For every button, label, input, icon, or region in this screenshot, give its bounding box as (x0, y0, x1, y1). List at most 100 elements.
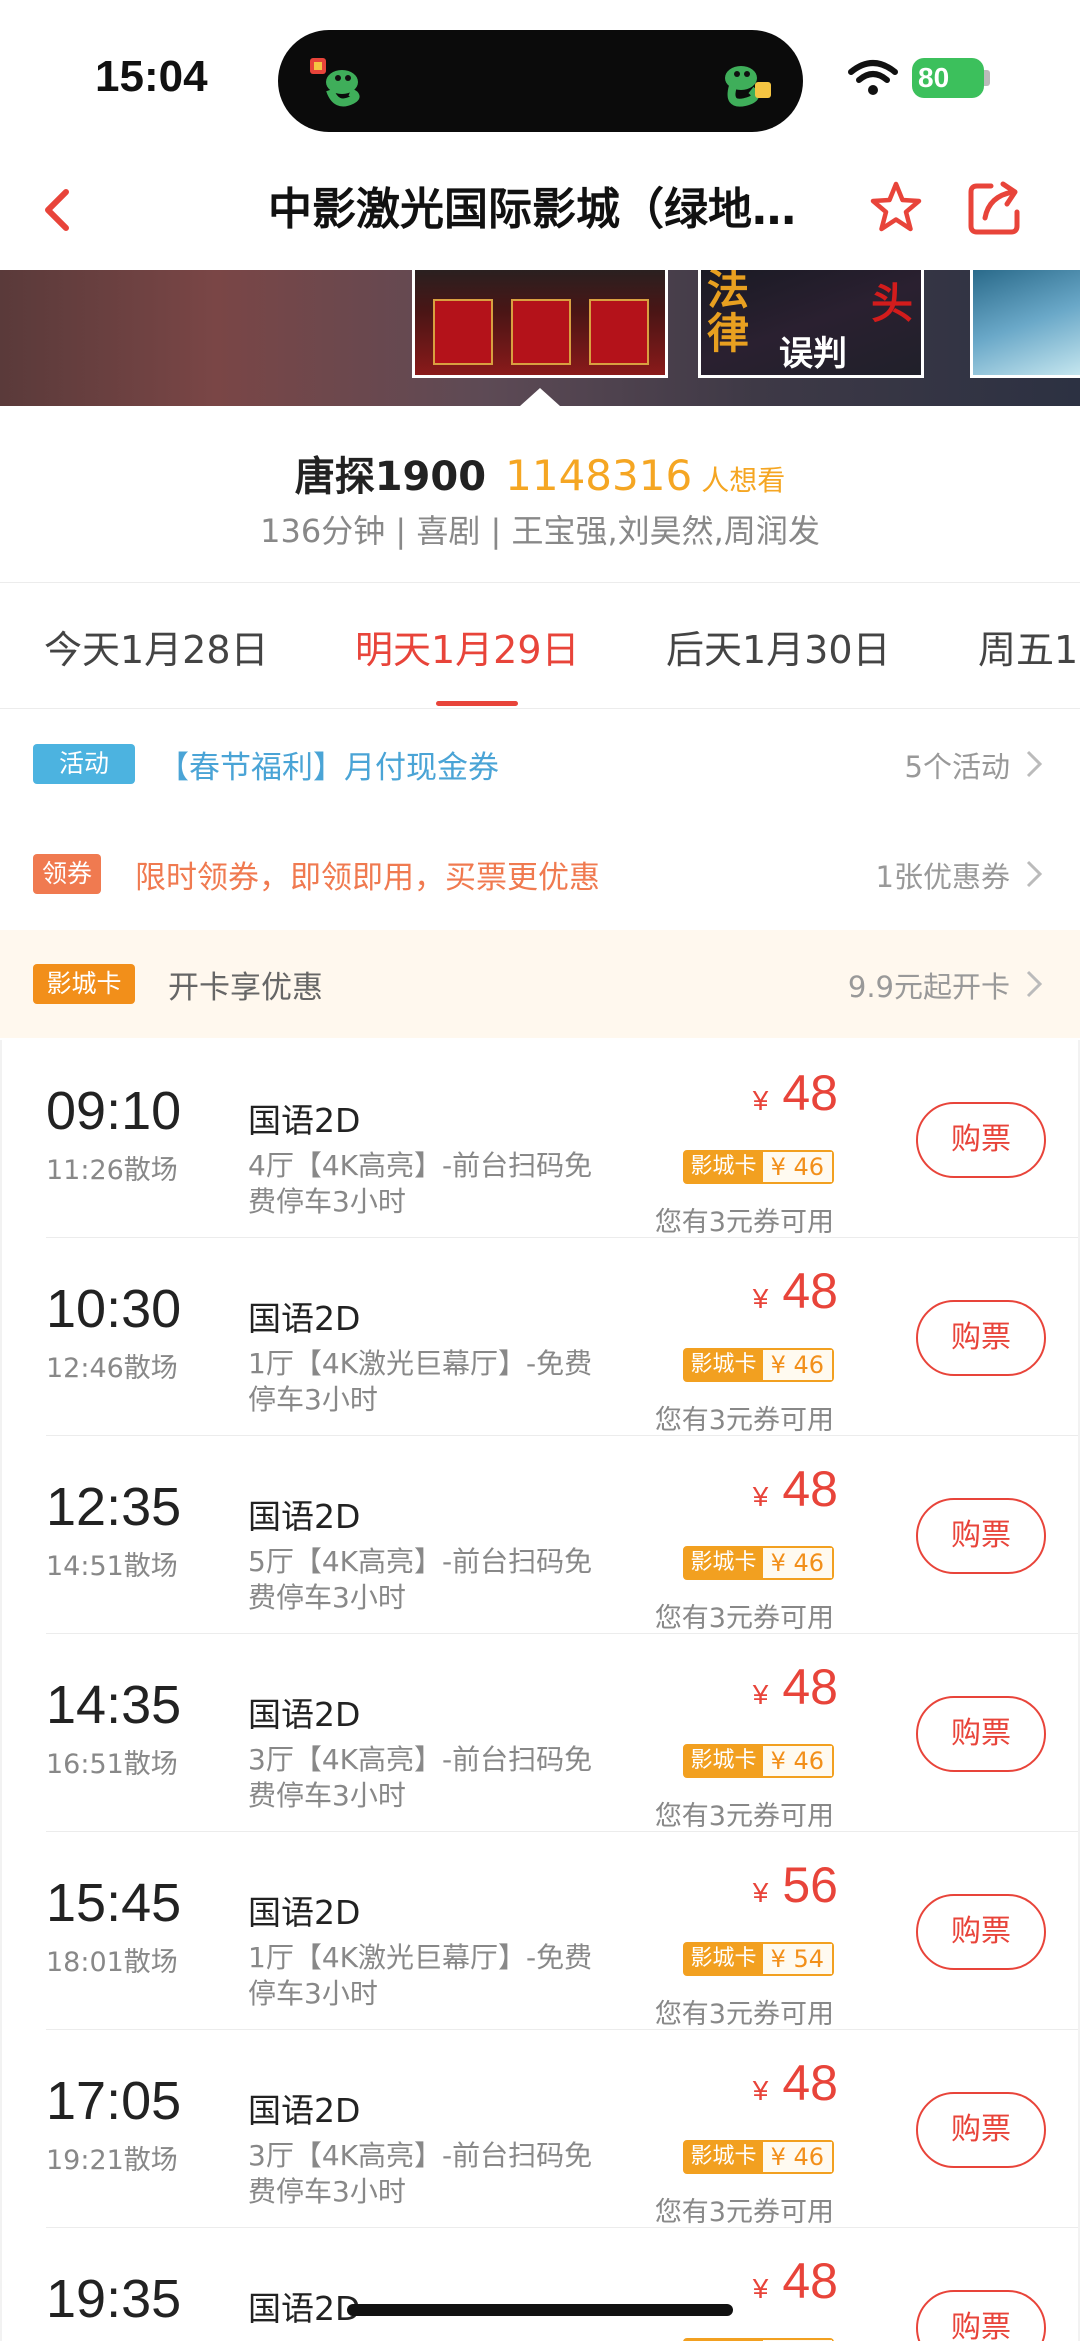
movie-meta: 136分钟 | 喜剧 | 王宝强,刘昊然,周润发 (260, 512, 820, 550)
card-price: 影城卡 ¥ 54 (682, 1942, 834, 1976)
showtime-row[interactable]: 09:10 11:26散场 国语2D 4厅【4K高亮】-前台扫码免费停车3小时 ¥48 影… (2, 1040, 1078, 1238)
card-price: 影城卡¥ 46 (682, 1150, 834, 1184)
buy-ticket-button[interactable]: 购票 (916, 1498, 1046, 1574)
end-time: 16:51散场 (46, 1749, 178, 1780)
price-value: 48 (782, 2253, 838, 2309)
buy-ticket-button[interactable]: 购票 (916, 1102, 1046, 1178)
poster[interactable] (970, 270, 1080, 378)
price-value: 48 (782, 1461, 838, 1517)
coupon-text: 限时领券，即领即用，买票更优惠 (135, 860, 600, 896)
coupon-note: 您有3元券可用 (654, 1207, 834, 1238)
chevron-right-icon (1026, 970, 1043, 998)
poster-text: 律 (707, 309, 750, 358)
currency-symbol: ¥ (752, 1283, 769, 1314)
ticket-price: ¥48 (753, 2252, 838, 2310)
coupon-count: 1张优惠券 (875, 860, 1010, 894)
showtime-row[interactable]: 10:30 12:46散场 国语2D 1厅【4K激光巨幕厅】-免费停车3小时 ¥48 影城… (2, 1238, 1078, 1436)
poster-selected[interactable] (412, 270, 668, 378)
showtime-row[interactable]: 19:35国语2D¥48影城卡¥ 46购票 (2, 2228, 1078, 2341)
card-price-tag: 影城卡 (684, 1152, 763, 1182)
price-value: 56 (782, 1857, 838, 1913)
language-format: 国语2D (248, 1497, 361, 1536)
share-icon[interactable] (963, 178, 1025, 240)
showtime-row[interactable]: 12:35 14:51散场 国语2D 5厅【4K高亮】-前台扫码免费停车3小时 ¥48 影… (2, 1436, 1078, 1634)
start-time: 12:35 (46, 1477, 182, 1537)
coupon-note: 您有3元券可用 (654, 1405, 834, 1436)
price-value: 48 (782, 1065, 838, 1121)
poster-carousel[interactable]: 法 律 误判 头 (0, 270, 1080, 406)
activity-badge: 活动 (33, 744, 135, 784)
buy-ticket-button[interactable]: 购票 (916, 2092, 1046, 2168)
language-format: 国语2D (248, 2289, 361, 2328)
hall-info: 3厅【4K高亮】-前台扫码免费停车3小时 (248, 2139, 593, 2208)
back-icon[interactable] (30, 180, 90, 240)
ticket-price: ¥48 (753, 1262, 838, 1320)
ticket-price: ¥48 (753, 1460, 838, 1518)
showtime-list: 09:10 11:26散场 国语2D 4厅【4K高亮】-前台扫码免费停车3小时 ¥48 影… (0, 1040, 1080, 2341)
movie-title: 唐探1900 (294, 454, 487, 500)
divider (0, 708, 1080, 709)
currency-symbol: ¥ (752, 1679, 769, 1710)
showtime-row[interactable]: 14:35 16:51散场 国语2D 3厅【4K高亮】-前台扫码免费停车3小时 ¥48 影… (2, 1634, 1078, 1832)
start-time: 17:05 (46, 2071, 182, 2131)
showtime-row[interactable]: 15:45 18:01散场 国语2D 1厅【4K激光巨幕厅】-免费停车3小时 ¥56 影城… (2, 1832, 1078, 2030)
poster-art (511, 299, 571, 365)
hall-info: 4厅【4K高亮】-前台扫码免费停车3小时 (248, 1149, 593, 1218)
end-time: 19:21散场 (46, 2145, 178, 2176)
poster-art (589, 299, 649, 365)
poster-text: 误判 (779, 334, 847, 374)
poster-pointer (520, 388, 560, 406)
promo-card-row[interactable]: 影城卡 开卡享优惠 9.9元起开卡 (0, 930, 1080, 1038)
currency-symbol: ¥ (752, 1085, 769, 1116)
start-time: 19:35 (46, 2269, 182, 2329)
snake-icon (310, 58, 360, 107)
tab-day-after[interactable]: 后天1月30日 (666, 619, 891, 674)
tab-tomorrow[interactable]: 明天1月29日 (355, 619, 580, 674)
buy-ticket-button[interactable]: 购票 (916, 2290, 1046, 2341)
hall-info: 1厅【4K激光巨幕厅】-免费停车3小时 (248, 1347, 593, 1416)
tab-friday[interactable]: 周五1 (978, 619, 1078, 674)
battery-level: 80 (918, 62, 950, 93)
chevron-right-icon (1026, 750, 1043, 778)
page-title: 中影激光国际影城（绿地… (268, 184, 796, 235)
poster[interactable]: 法 律 误判 头 (698, 270, 924, 378)
nav-bar: 中影激光国际影城（绿地… (0, 150, 1080, 270)
tab-today[interactable]: 今天1月28日 (44, 619, 269, 674)
active-tab-indicator (436, 701, 518, 706)
card-price: 影城卡¥ 46 (682, 1348, 834, 1382)
buy-ticket-button[interactable]: 购票 (916, 1300, 1046, 1376)
promo-coupon-row[interactable]: 领券 限时领券，即领即用，买票更优惠 1张优惠券 (0, 820, 1080, 928)
chevron-right-icon (1026, 860, 1043, 888)
end-time: 12:46散场 (46, 1353, 178, 1384)
card-price-tag: 影城卡 (684, 1746, 763, 1776)
activity-count: 5个活动 (904, 750, 1010, 784)
price-value: 48 (782, 2055, 838, 2111)
coupon-note: 您有3元券可用 (654, 1603, 834, 1634)
end-time: 18:01散场 (46, 1947, 178, 1978)
card-price-tag: 影城卡 (684, 1350, 763, 1380)
language-format: 国语2D (248, 2091, 361, 2130)
promo-activity-row[interactable]: 活动 【春节福利】月付现金券 5个活动 (0, 710, 1080, 818)
snake-icon (725, 66, 771, 107)
buy-ticket-button[interactable]: 购票 (916, 1696, 1046, 1772)
start-time: 14:35 (46, 1675, 182, 1735)
card-price-value: ¥ 54 (762, 1944, 832, 1974)
wish-label: 人想看 (701, 464, 786, 497)
language-format: 国语2D (248, 1695, 361, 1734)
status-bar: 15:04 80 (0, 0, 1080, 150)
price-value: 48 (782, 1659, 838, 1715)
card-price-tag: 影城卡 (684, 1944, 763, 1974)
start-time: 15:45 (46, 1873, 182, 1933)
coupon-note: 您有3元券可用 (654, 1801, 834, 1832)
showtime-row[interactable]: 17:05 19:21散场 国语2D 3厅【4K高亮】-前台扫码免费停车3小时 ¥48 影… (2, 2030, 1078, 2228)
card-price-value: ¥ 46 (762, 2142, 832, 2172)
status-time: 15:04 (95, 52, 208, 101)
buy-ticket-button[interactable]: 购票 (916, 1894, 1046, 1970)
ticket-price: ¥48 (753, 1658, 838, 1716)
activity-text: 【春节福利】月付现金券 (158, 750, 499, 786)
card-price: 影城卡¥ 46 (682, 1546, 834, 1580)
coupon-badge: 领券 (33, 854, 101, 894)
favorite-star-icon[interactable] (866, 178, 926, 238)
poster-art (433, 299, 493, 365)
language-format: 国语2D (248, 1299, 361, 1338)
